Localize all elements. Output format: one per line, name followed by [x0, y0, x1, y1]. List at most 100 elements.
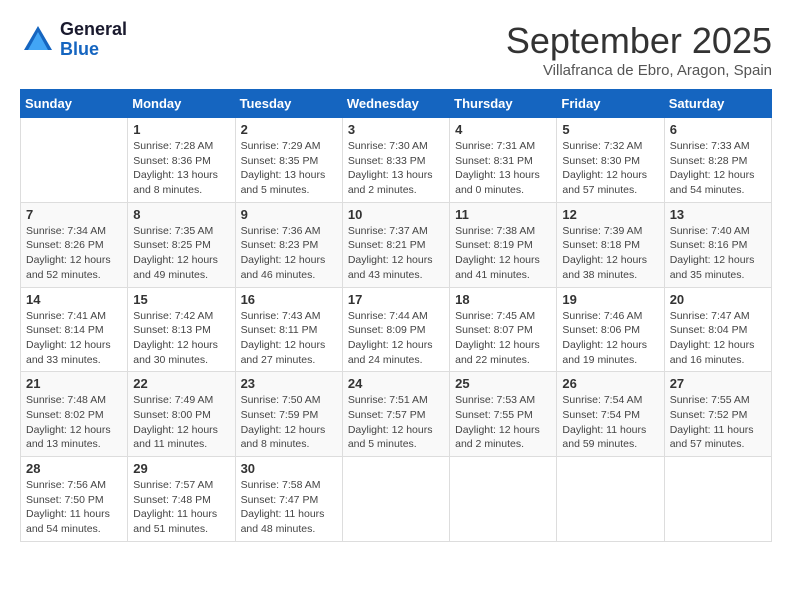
day-number: 22	[133, 376, 229, 391]
empty-cell	[664, 457, 771, 542]
day-number: 24	[348, 376, 444, 391]
day-number: 17	[348, 292, 444, 307]
calendar-week-1: 1Sunrise: 7:28 AMSunset: 8:36 PMDaylight…	[21, 118, 772, 203]
calendar-day-29: 29 Sunrise: 7:57 AMSunset: 7:48 PMDayligh…	[128, 457, 235, 542]
day-info: Sunrise: 7:44 AMSunset: 8:09 PMDaylight:…	[348, 309, 444, 368]
calendar-day-18: 18 Sunrise: 7:45 AMSunset: 8:07 PMDayligh…	[450, 287, 557, 372]
logo-general-text: General	[60, 20, 127, 40]
calendar-day-25: 25Sunrise: 7:53 AMSunset: 7:55 PMDayligh…	[450, 372, 557, 457]
day-number: 29	[133, 461, 229, 476]
day-number: 11	[455, 207, 551, 222]
empty-cell	[342, 457, 449, 542]
location-text: Villafranca de Ebro, Aragon, Spain	[506, 62, 772, 79]
calendar-day-4: 4Sunrise: 7:31 AMSunset: 8:31 PMDaylight…	[450, 118, 557, 203]
page-header: General Blue September 2025 Villafranca …	[20, 20, 772, 79]
calendar-day-9: 9 Sunrise: 7:36 AMSunset: 8:23 PMDaylight…	[235, 202, 342, 287]
calendar-day-5: 5Sunrise: 7:32 AMSunset: 8:30 PMDaylight…	[557, 118, 664, 203]
calendar-day-26: 26Sunrise: 7:54 AMSunset: 7:54 PMDayligh…	[557, 372, 664, 457]
calendar-header-row: SundayMondayTuesdayWednesdayThursdayFrid…	[21, 90, 772, 118]
day-header-sunday: Sunday	[21, 90, 128, 118]
calendar-day-30: 30 Sunrise: 7:58 AMSunset: 7:47 PMDayligh…	[235, 457, 342, 542]
day-info: Sunrise: 7:51 AMSunset: 7:57 PMDaylight:…	[348, 393, 444, 452]
day-info: Sunrise: 7:41 AMSunset: 8:14 PMDaylight:…	[26, 309, 122, 368]
logo-blue-text: Blue	[60, 40, 127, 60]
day-number: 7	[26, 207, 122, 222]
day-info: Sunrise: 7:55 AMSunset: 7:52 PMDaylight:…	[670, 393, 766, 452]
day-info: Sunrise: 7:43 AMSunset: 8:11 PMDaylight:…	[241, 309, 337, 368]
day-number: 16	[241, 292, 337, 307]
calendar-table: SundayMondayTuesdayWednesdayThursdayFrid…	[20, 89, 772, 542]
calendar-day-7: 7 Sunrise: 7:34 AMSunset: 8:26 PMDaylight…	[21, 202, 128, 287]
day-info: Sunrise: 7:38 AMSunset: 8:19 PMDaylight:…	[455, 224, 551, 283]
day-info: Sunrise: 7:40 AMSunset: 8:16 PMDaylight:…	[670, 224, 766, 283]
day-info: Sunrise: 7:50 AMSunset: 7:59 PMDaylight:…	[241, 393, 337, 452]
calendar-day-14: 14 Sunrise: 7:41 AMSunset: 8:14 PMDayligh…	[21, 287, 128, 372]
day-info: Sunrise: 7:47 AMSunset: 8:04 PMDaylight:…	[670, 309, 766, 368]
day-number: 26	[562, 376, 658, 391]
day-header-friday: Friday	[557, 90, 664, 118]
calendar-day-1: 1Sunrise: 7:28 AMSunset: 8:36 PMDaylight…	[128, 118, 235, 203]
calendar-day-27: 27 Sunrise: 7:55 AMSunset: 7:52 PMDayligh…	[664, 372, 771, 457]
day-number: 13	[670, 207, 766, 222]
day-number: 21	[26, 376, 122, 391]
day-header-monday: Monday	[128, 90, 235, 118]
day-number: 25	[455, 376, 551, 391]
calendar-day-6: 6 Sunrise: 7:33 AMSunset: 8:28 PMDaylight…	[664, 118, 771, 203]
day-number: 15	[133, 292, 229, 307]
day-number: 18	[455, 292, 551, 307]
day-number: 14	[26, 292, 122, 307]
calendar-day-24: 24 Sunrise: 7:51 AMSunset: 7:57 PMDayligh…	[342, 372, 449, 457]
empty-cell	[557, 457, 664, 542]
day-info: Sunrise: 7:49 AMSunset: 8:00 PMDaylight:…	[133, 393, 229, 452]
day-info: Sunrise: 7:46 AMSunset: 8:06 PMDaylight:…	[562, 309, 658, 368]
calendar-day-11: 11 Sunrise: 7:38 AMSunset: 8:19 PMDayligh…	[450, 202, 557, 287]
day-info: Sunrise: 7:57 AMSunset: 7:48 PMDaylight:…	[133, 478, 229, 537]
calendar-day-10: 10Sunrise: 7:37 AMSunset: 8:21 PMDayligh…	[342, 202, 449, 287]
day-number: 30	[241, 461, 337, 476]
logo-icon	[20, 22, 56, 58]
logo: General Blue	[20, 20, 127, 60]
day-number: 27	[670, 376, 766, 391]
calendar-day-17: 17 Sunrise: 7:44 AMSunset: 8:09 PMDayligh…	[342, 287, 449, 372]
day-number: 2	[241, 122, 337, 137]
day-header-tuesday: Tuesday	[235, 90, 342, 118]
logo-name: General Blue	[60, 20, 127, 60]
day-number: 12	[562, 207, 658, 222]
day-number: 20	[670, 292, 766, 307]
empty-cell	[450, 457, 557, 542]
day-info: Sunrise: 7:58 AMSunset: 7:47 PMDaylight:…	[241, 478, 337, 537]
day-info: Sunrise: 7:45 AMSunset: 8:07 PMDaylight:…	[455, 309, 551, 368]
calendar-day-22: 22 Sunrise: 7:49 AMSunset: 8:00 PMDayligh…	[128, 372, 235, 457]
day-number: 5	[562, 122, 658, 137]
day-info: Sunrise: 7:28 AMSunset: 8:36 PMDaylight:…	[133, 139, 229, 198]
month-title: September 2025	[506, 20, 772, 62]
calendar-week-5: 28Sunrise: 7:56 AMSunset: 7:50 PMDayligh…	[21, 457, 772, 542]
calendar-day-8: 8 Sunrise: 7:35 AMSunset: 8:25 PMDaylight…	[128, 202, 235, 287]
day-info: Sunrise: 7:35 AMSunset: 8:25 PMDaylight:…	[133, 224, 229, 283]
title-section: September 2025 Villafranca de Ebro, Arag…	[506, 20, 772, 79]
day-info: Sunrise: 7:42 AMSunset: 8:13 PMDaylight:…	[133, 309, 229, 368]
day-info: Sunrise: 7:30 AMSunset: 8:33 PMDaylight:…	[348, 139, 444, 198]
day-info: Sunrise: 7:39 AMSunset: 8:18 PMDaylight:…	[562, 224, 658, 283]
calendar-day-16: 16 Sunrise: 7:43 AMSunset: 8:11 PMDayligh…	[235, 287, 342, 372]
day-number: 9	[241, 207, 337, 222]
calendar-day-20: 20 Sunrise: 7:47 AMSunset: 8:04 PMDayligh…	[664, 287, 771, 372]
day-info: Sunrise: 7:29 AMSunset: 8:35 PMDaylight:…	[241, 139, 337, 198]
day-header-thursday: Thursday	[450, 90, 557, 118]
calendar-day-19: 19 Sunrise: 7:46 AMSunset: 8:06 PMDayligh…	[557, 287, 664, 372]
day-number: 23	[241, 376, 337, 391]
calendar-day-2: 2 Sunrise: 7:29 AMSunset: 8:35 PMDaylight…	[235, 118, 342, 203]
day-header-wednesday: Wednesday	[342, 90, 449, 118]
day-number: 8	[133, 207, 229, 222]
day-header-saturday: Saturday	[664, 90, 771, 118]
day-info: Sunrise: 7:48 AMSunset: 8:02 PMDaylight:…	[26, 393, 122, 452]
calendar-day-3: 3Sunrise: 7:30 AMSunset: 8:33 PMDaylight…	[342, 118, 449, 203]
day-info: Sunrise: 7:36 AMSunset: 8:23 PMDaylight:…	[241, 224, 337, 283]
day-info: Sunrise: 7:34 AMSunset: 8:26 PMDaylight:…	[26, 224, 122, 283]
calendar-day-12: 12 Sunrise: 7:39 AMSunset: 8:18 PMDayligh…	[557, 202, 664, 287]
day-info: Sunrise: 7:33 AMSunset: 8:28 PMDaylight:…	[670, 139, 766, 198]
day-number: 6	[670, 122, 766, 137]
day-number: 19	[562, 292, 658, 307]
calendar-week-3: 14 Sunrise: 7:41 AMSunset: 8:14 PMDayligh…	[21, 287, 772, 372]
calendar-week-4: 21 Sunrise: 7:48 AMSunset: 8:02 PMDayligh…	[21, 372, 772, 457]
